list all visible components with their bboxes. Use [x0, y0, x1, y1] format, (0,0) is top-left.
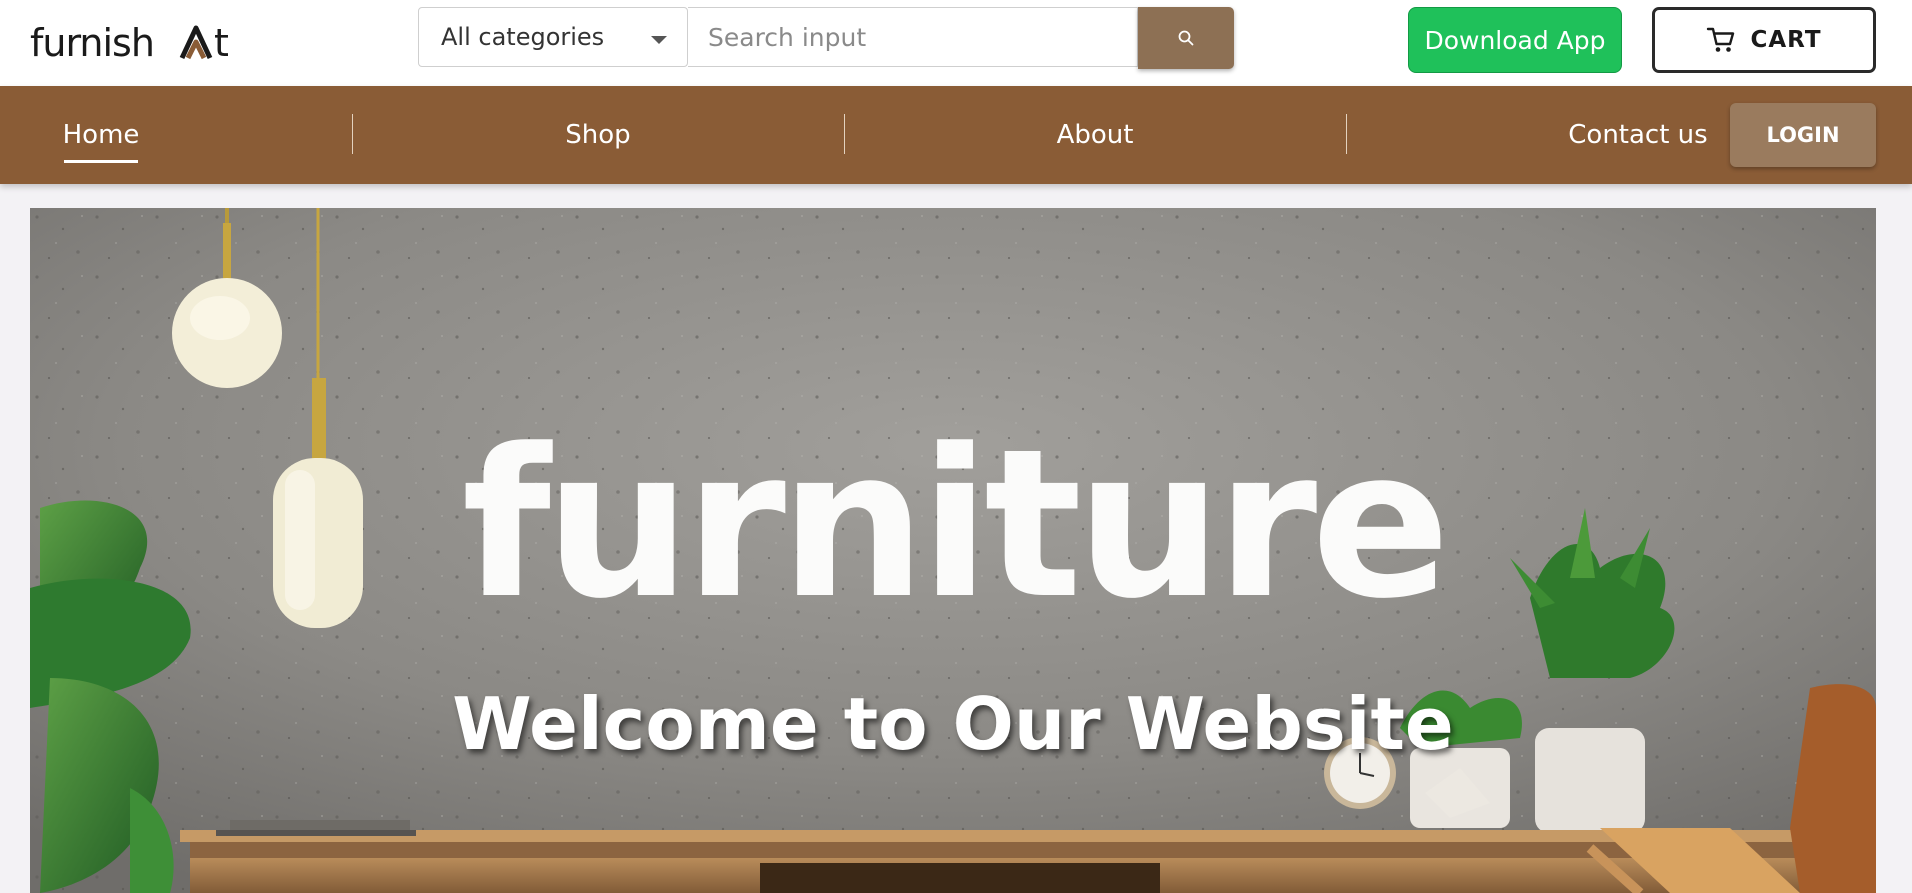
hero-banner: furniture Welcome to Our Website [30, 208, 1876, 893]
cart-label: CART [1750, 27, 1822, 53]
cart-icon [1707, 27, 1735, 52]
cart-button[interactable]: CART [1652, 7, 1876, 73]
nav-item-shop[interactable]: Shop [540, 86, 656, 184]
nav-item-label: Home [62, 120, 140, 150]
nav-item-label: Contact us [1568, 120, 1708, 150]
hero-welcome-text: Welcome to Our Website [452, 682, 1454, 766]
brand-logo[interactable]: furnish t [30, 18, 244, 64]
logo-mark: furnish t [30, 21, 229, 64]
nav-divider [352, 114, 353, 154]
chevron-down-icon [651, 36, 667, 44]
download-app-button[interactable]: Download App [1408, 7, 1622, 73]
nav-item-label: About [1056, 120, 1134, 150]
nav-divider [844, 114, 845, 154]
nav-item-label: Shop [565, 120, 631, 150]
nav-item-about[interactable]: About [1040, 86, 1150, 184]
search-button[interactable] [1138, 7, 1234, 69]
category-select-value: All categories [441, 23, 605, 51]
search-icon [1178, 30, 1194, 46]
search-input[interactable] [688, 7, 1138, 67]
category-select[interactable]: All categories [418, 7, 688, 67]
main-navigation: Home Shop About Contact us LOGIN [0, 86, 1912, 184]
svg-text:t: t [214, 21, 229, 64]
svg-text:furnish: furnish [30, 21, 154, 64]
active-indicator [64, 160, 138, 163]
nav-item-home[interactable]: Home [62, 86, 140, 184]
top-header: furnish t All categories Download App CA… [0, 0, 1912, 86]
nav-item-contact[interactable]: Contact us [1552, 86, 1724, 184]
hero-headline: furniture [461, 406, 1451, 644]
login-button[interactable]: LOGIN [1730, 103, 1876, 167]
nav-divider [1346, 114, 1347, 154]
